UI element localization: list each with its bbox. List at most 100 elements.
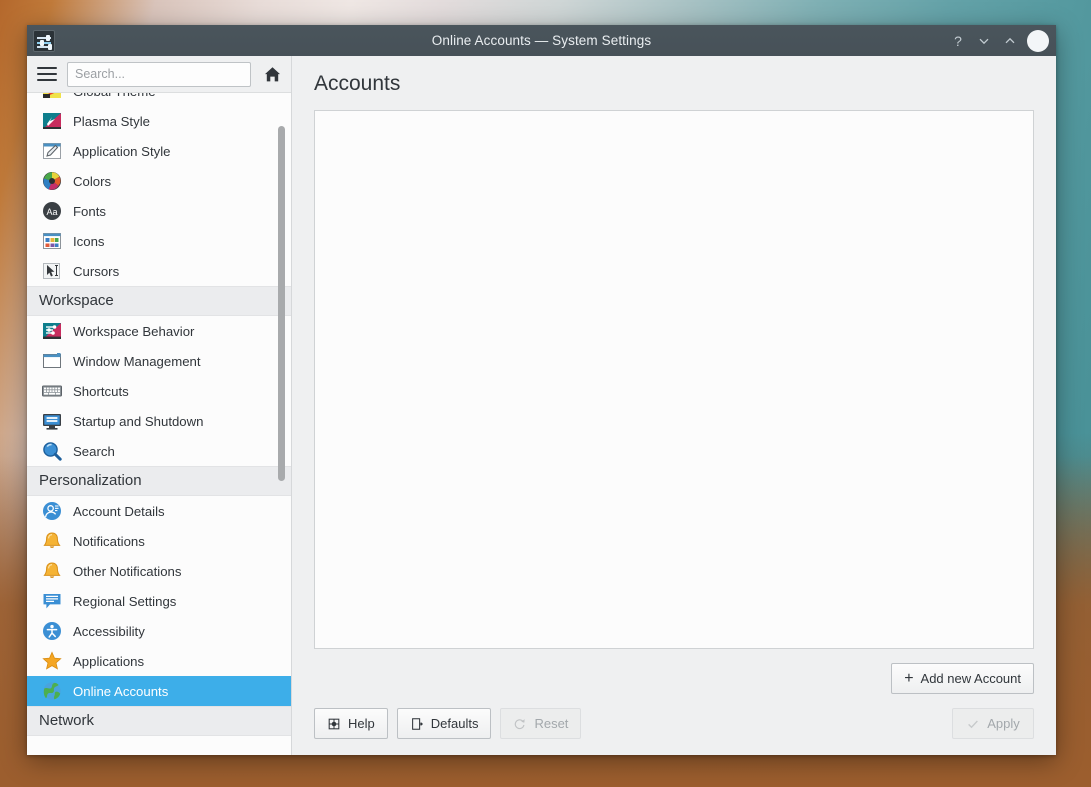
sidebar-item-label: Online Accounts	[73, 683, 169, 699]
sidebar-item-cursors[interactable]: Cursors	[27, 256, 291, 286]
help-bottom-label: Help	[348, 716, 375, 731]
defaults-button[interactable]: Defaults	[396, 708, 492, 739]
system-settings-icon	[33, 29, 55, 52]
reset-icon	[515, 718, 526, 729]
sidebar-item-window-management[interactable]: Window Management	[27, 346, 291, 376]
sidebar-section-network: Network	[27, 706, 291, 736]
apply-button-container: Apply	[952, 708, 1034, 739]
sidebar-item-label: Accessibility	[73, 623, 145, 639]
minimize-button[interactable]	[971, 28, 997, 54]
sidebar-scrollbar[interactable]	[275, 93, 287, 755]
search-input[interactable]	[67, 61, 251, 87]
sidebar-item-shortcuts[interactable]: Shortcuts	[27, 376, 291, 406]
sidebar-item-label: Search	[73, 443, 115, 459]
sidebar-item-workspace-behavior[interactable]: Workspace Behavior	[27, 316, 291, 346]
sidebar-section-personalization: Personalization	[27, 466, 291, 496]
close-button[interactable]	[1027, 29, 1049, 52]
cursors-icon	[41, 260, 63, 282]
close-icon	[1032, 34, 1045, 47]
sidebar-nav-list: Global Theme Plasma Style Application St…	[27, 93, 291, 736]
defaults-label: Defaults	[430, 716, 479, 731]
sidebar-item-notifications[interactable]: Notifications	[27, 526, 291, 556]
desktop-wallpaper: Online Accounts — System Settings ? Sear…	[0, 0, 1091, 787]
sidebar-item-applications[interactable]: Applications	[27, 646, 291, 676]
window-titlebar[interactable]: Online Accounts — System Settings ?	[27, 25, 1056, 56]
page-title: Accounts	[314, 72, 401, 95]
sidebar-toolbar	[27, 56, 291, 93]
chevron-down-icon	[979, 38, 989, 44]
window-body: Global Theme Plasma Style Application St…	[27, 56, 1056, 755]
check-icon	[968, 720, 979, 728]
sidebar-item-icons[interactable]: Icons	[27, 226, 291, 256]
global-theme-icon	[41, 93, 63, 102]
sidebar-item-colors[interactable]: Colors	[27, 166, 291, 196]
window-controls: ?	[945, 28, 1056, 54]
sidebar-item-label: Cursors	[73, 263, 120, 279]
sidebar-item-label: Plasma Style	[73, 113, 150, 129]
question-mark-icon: ?	[954, 32, 962, 49]
plasma-style-icon	[41, 110, 63, 132]
other-notifications-icon	[41, 560, 63, 582]
help-bottom-button[interactable]: Help	[314, 708, 388, 739]
sidebar-item-label: Icons	[73, 233, 105, 249]
sidebar-item-online-accounts[interactable]: Online Accounts	[27, 676, 291, 706]
sidebar-item-label: Startup and Shutdown	[73, 413, 204, 429]
sidebar: Global Theme Plasma Style Application St…	[27, 56, 292, 755]
sidebar-item-label: Regional Settings	[73, 593, 177, 609]
application-style-icon	[41, 140, 63, 162]
help-button[interactable]: ?	[945, 28, 971, 54]
hamburger-menu-icon[interactable]	[35, 62, 59, 86]
defaults-icon	[411, 717, 423, 730]
add-account-row: + Add new Account	[292, 649, 1056, 694]
regional-settings-icon	[41, 590, 63, 612]
add-new-account-button[interactable]: + Add new Account	[891, 663, 1034, 694]
maximize-button[interactable]	[997, 28, 1023, 54]
accounts-list-area[interactable]	[314, 110, 1034, 649]
sidebar-item-label: Colors	[73, 173, 112, 189]
sidebar-item-other-notifications[interactable]: Other Notifications	[27, 556, 291, 586]
sidebar-item-label: Applications	[73, 653, 145, 669]
sidebar-item-plasma-style[interactable]: Plasma Style	[27, 106, 291, 136]
startup-shutdown-icon	[41, 410, 63, 432]
reset-button: Reset	[500, 708, 582, 739]
notifications-icon	[41, 530, 63, 552]
sidebar-item-label: Window Management	[73, 353, 201, 369]
applications-icon	[41, 650, 63, 672]
help-icon	[328, 718, 340, 729]
colors-icon	[41, 170, 63, 192]
chevron-up-icon	[1005, 37, 1015, 43]
sidebar-item-accessibility[interactable]: Accessibility	[27, 616, 291, 646]
plus-icon: +	[904, 669, 914, 687]
sidebar-item-search[interactable]: Search	[27, 436, 291, 466]
apply-button: Apply	[952, 708, 1034, 739]
svg-text:Aa: Aa	[46, 207, 57, 217]
icons-icon	[41, 230, 63, 252]
account-details-icon	[41, 500, 63, 522]
main-pane: Accounts + Add new Account Help Defaults…	[292, 56, 1056, 755]
window-management-icon	[41, 350, 63, 372]
sidebar-item-label: Fonts	[73, 203, 106, 219]
sidebar-item-label: Notifications	[73, 533, 145, 549]
search-icon	[41, 440, 63, 462]
sidebar-item-regional-settings[interactable]: Regional Settings	[27, 586, 291, 616]
sidebar-item-label: Account Details	[73, 503, 165, 519]
sidebar-scroll-area[interactable]: Global Theme Plasma Style Application St…	[27, 93, 291, 755]
sidebar-item-global-theme[interactable]: Global Theme	[27, 93, 291, 106]
sidebar-scrollbar-thumb[interactable]	[278, 126, 285, 481]
sidebar-section-workspace: Workspace	[27, 286, 291, 316]
sidebar-item-application-style[interactable]: Application Style	[27, 136, 291, 166]
sidebar-item-startup-and-shutdown[interactable]: Startup and Shutdown	[27, 406, 291, 436]
fonts-icon: Aa	[41, 200, 63, 222]
reset-label: Reset	[534, 716, 569, 731]
sidebar-item-account-details[interactable]: Account Details	[27, 496, 291, 526]
window-title: Online Accounts — System Settings	[431, 33, 652, 48]
home-button[interactable]	[259, 61, 285, 87]
sidebar-item-label: Global Theme	[73, 93, 156, 99]
shortcuts-icon	[41, 380, 63, 402]
add-new-account-label: Add new Account	[920, 671, 1021, 686]
accessibility-icon	[41, 620, 63, 642]
sidebar-item-fonts[interactable]: Aa Fonts	[27, 196, 291, 226]
sidebar-item-label: Workspace Behavior	[73, 323, 195, 339]
workspace-behavior-icon	[41, 320, 63, 342]
system-settings-window: Online Accounts — System Settings ? Sear…	[27, 25, 1056, 755]
